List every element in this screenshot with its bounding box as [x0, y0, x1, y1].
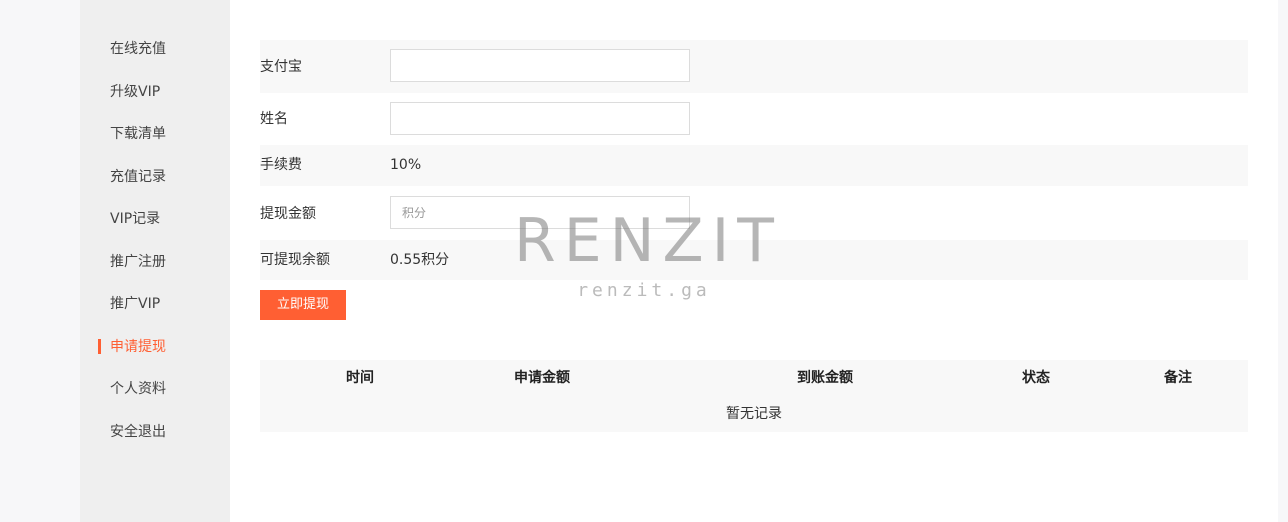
form-row-name: 姓名 — [260, 93, 1248, 145]
th-time: 时间 — [346, 370, 374, 386]
sidebar-item-recharge-records[interactable]: 充值记录 — [110, 162, 166, 192]
sidebar-item-promote-register[interactable]: 推广注册 — [110, 247, 166, 277]
th-apply-amount: 申请金额 — [514, 370, 570, 386]
fee-label: 手续费 — [260, 157, 302, 173]
form-row-balance: 可提现余额 0.55积分 — [260, 240, 1248, 280]
sidebar-item-withdraw[interactable]: 申请提现 — [110, 332, 166, 362]
sidebar-item-profile[interactable]: 个人资料 — [110, 374, 166, 404]
sidebar-item-promote-vip[interactable]: 推广VIP — [110, 289, 160, 319]
name-label: 姓名 — [260, 111, 288, 127]
amount-label: 提现金额 — [260, 206, 316, 222]
sidebar: 在线充值 升级VIP 下载清单 充值记录 VIP记录 推广注册 推广VIP 申请… — [80, 0, 230, 522]
th-remark: 备注 — [1164, 370, 1192, 386]
balance-label: 可提现余额 — [260, 252, 330, 268]
alipay-label: 支付宝 — [260, 59, 302, 75]
fee-value: 10% — [390, 157, 422, 173]
sidebar-item-download-list[interactable]: 下载清单 — [110, 119, 166, 149]
sidebar-item-upgrade-vip[interactable]: 升级VIP — [110, 77, 160, 107]
right-edge — [1278, 0, 1288, 522]
main-content: 支付宝 姓名 手续费 10% 提现金额 可提现余额 0.55积分 立即提现 时间… — [230, 0, 1278, 522]
sidebar-item-online-recharge[interactable]: 在线充值 — [110, 34, 166, 64]
active-indicator — [98, 339, 101, 354]
balance-value: 0.55积分 — [390, 252, 450, 268]
form-row-fee: 手续费 10% — [260, 145, 1248, 186]
withdraw-button[interactable]: 立即提现 — [260, 290, 346, 320]
th-received-amount: 到账金额 — [797, 370, 853, 386]
form-row-amount: 提现金额 — [260, 186, 1248, 240]
amount-input[interactable] — [390, 196, 690, 229]
sidebar-item-logout[interactable]: 安全退出 — [110, 417, 166, 447]
alipay-input[interactable] — [390, 49, 690, 82]
sidebar-item-vip-records[interactable]: VIP记录 — [110, 204, 160, 234]
form-row-alipay: 支付宝 — [260, 40, 1248, 93]
name-input[interactable] — [390, 102, 690, 135]
withdraw-records-table: 时间 申请金额 到账金额 状态 备注 暂无记录 — [260, 360, 1248, 432]
th-status: 状态 — [1022, 370, 1050, 386]
empty-records-text: 暂无记录 — [726, 406, 782, 422]
